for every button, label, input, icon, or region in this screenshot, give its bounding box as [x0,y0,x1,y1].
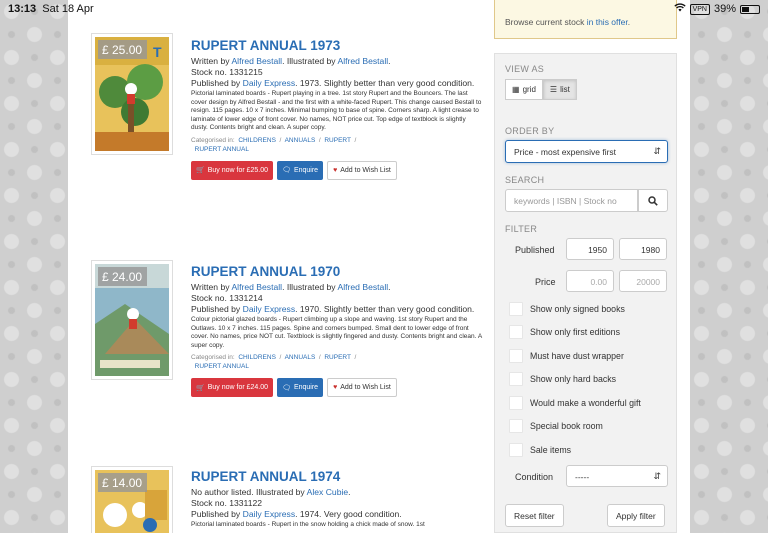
heart-icon: ♥ [333,166,338,174]
search-input[interactable]: keywords | ISBN | Stock no [505,189,638,212]
add-to-wishlist-button[interactable]: ♥ Add to Wish List [327,378,397,398]
book-description: Pictorial laminated boards - Rupert play… [191,90,482,132]
condition-label: Condition [515,472,554,482]
stock-number: Stock no. 1331214 [191,293,263,303]
list-icon: ☰ [549,85,558,94]
author-line: Written by Alfred Bestall. Illustrated b… [191,56,391,66]
status-date: Sat 18 Apr [42,3,94,15]
chat-icon: 🗨 [282,384,291,392]
category-link[interactable]: ANNUALS [285,354,316,361]
list-view-button[interactable]: ☰ list [542,79,577,100]
price-label: Price [535,277,556,287]
offer-link[interactable]: in this offer [587,17,628,27]
price-from-input[interactable]: 0.00 [566,270,614,292]
category-link[interactable]: RUPERT ANNUAL [195,363,249,370]
price-tag: £ 14.00 [98,473,148,492]
book-cover-image: T £ 25.00 [95,37,169,151]
category-link[interactable]: ANNUALS [285,137,316,144]
published-label: Published [515,245,555,255]
cart-icon: 🛒 [196,384,205,392]
category-link[interactable]: RUPERT ANNUAL [195,146,249,153]
search-button[interactable] [638,189,668,212]
category-link[interactable]: CHILDRENS [238,137,276,144]
condition-select[interactable]: ----- ⇵ [566,465,668,487]
battery-icon [740,4,760,14]
illustrator-link[interactable]: Alfred Bestall [338,282,389,292]
reset-filter-button[interactable]: Reset filter [505,504,564,527]
publisher-link[interactable]: Daily Express [243,78,296,88]
category-breadcrumb: Categorised in: CHILDRENS / ANNUALS / RU… [191,354,357,371]
stock-number: Stock no. 1331215 [191,67,263,77]
book-title-link[interactable]: RUPERT ANNUAL 1974 [191,469,484,484]
status-time: 13:13 [8,3,37,15]
apply-filter-button[interactable]: Apply filter [607,504,665,527]
hard-backs-checkbox[interactable]: Show only hard backs [509,372,616,386]
author-line: No author listed. Illustrated by Alex Cu… [191,487,351,497]
buy-now-button[interactable]: 🛒 Buy now for £25.00 [191,160,274,180]
first-editions-checkbox[interactable]: Show only first editions [509,325,620,339]
price-tag: £ 25.00 [98,40,148,59]
illustrator-link[interactable]: Alfred Bestall [338,56,389,66]
chat-icon: 🗨 [282,167,291,175]
author-link[interactable]: Alfred Bestall [231,282,282,292]
author-line: Written by Alfred Bestall. Illustrated b… [191,282,391,292]
category-link[interactable]: RUPERT [324,354,351,361]
enquire-button[interactable]: 🗨 Enquire [277,160,324,180]
order-by-heading: ORDER BY [505,126,555,136]
category-link[interactable]: RUPERT [324,137,351,144]
filter-heading: FILTER [505,224,538,234]
search-heading: SEARCH [505,175,545,185]
book-cover-image: £ 24.00 [95,264,169,376]
sale-items-checkbox[interactable]: Sale items [509,443,571,457]
enquire-button[interactable]: 🗨 Enquire [277,378,324,398]
battery-percent: 39% [713,3,736,15]
publisher-line: Published by Daily Express. 1973. Slight… [191,78,475,88]
add-to-wishlist-button[interactable]: ♥ Add to Wish List [327,160,397,180]
view-as-heading: VIEW AS [505,64,545,74]
special-book-room-checkbox[interactable]: Special book room [509,419,603,433]
grid-view-button[interactable]: ▦ grid [505,79,543,100]
price-tag: £ 24.00 [98,267,148,286]
book-thumbnail[interactable]: T £ 25.00 [91,33,173,155]
stock-number: Stock no. 1331122 [191,498,263,508]
book-thumbnail[interactable]: £ 24.00 [91,260,173,380]
updown-chevron-icon: ⇵ [653,471,661,481]
published-from-input[interactable]: 1950 [566,238,614,260]
publisher-link[interactable]: Daily Express [243,304,296,314]
grid-icon: ▦ [512,85,520,94]
updown-chevron-icon: ⇵ [653,146,661,156]
price-to-input[interactable]: 20000 [619,270,667,292]
publisher-line: Published by Daily Express. 1974. Very g… [191,509,402,519]
illustrator-link[interactable]: Alex Cubie [307,487,349,497]
publisher-link[interactable]: Daily Express [243,509,296,519]
book-cover-image: £ 14.00 [95,470,169,533]
book-description: Pictorial laminated boards - Rupert in t… [191,521,425,528]
book-thumbnail[interactable]: £ 14.00 [91,466,173,533]
heart-icon: ♥ [333,384,338,392]
book-description: Colour pictorial glazed boards - Rupert … [191,316,482,349]
category-link[interactable]: CHILDRENS [238,354,276,361]
book-title-link[interactable]: RUPERT ANNUAL 1973 [191,38,484,53]
publisher-line: Published by Daily Express. 1970. Slight… [191,304,475,314]
order-by-select[interactable]: Price - most expensive first ⇵ [505,140,668,163]
book-title-link[interactable]: RUPERT ANNUAL 1970 [191,264,484,279]
buy-now-button[interactable]: 🛒 Buy now for £24.00 [191,378,274,398]
cart-icon: 🛒 [196,167,205,175]
svg-text:T: T [153,44,162,60]
signed-books-checkbox[interactable]: Show only signed books [509,302,625,316]
filter-sidebar: VIEW AS ▦ grid ☰ list ORDER BY Price - mos… [494,53,677,533]
search-icon [648,195,658,206]
published-to-input[interactable]: 1980 [619,238,667,260]
dust-wrapper-checkbox[interactable]: Must have dust wrapper [509,349,624,363]
vpn-badge: VPN [689,3,710,15]
wifi-icon [673,3,686,15]
author-link[interactable]: Alfred Bestall [231,56,282,66]
category-breadcrumb: Categorised in: CHILDRENS / ANNUALS / RU… [191,136,357,153]
wonderful-gift-checkbox[interactable]: Would make a wonderful gift [509,396,641,410]
status-bar: 13:13 Sat 18 Apr VPN 39% [0,0,768,18]
